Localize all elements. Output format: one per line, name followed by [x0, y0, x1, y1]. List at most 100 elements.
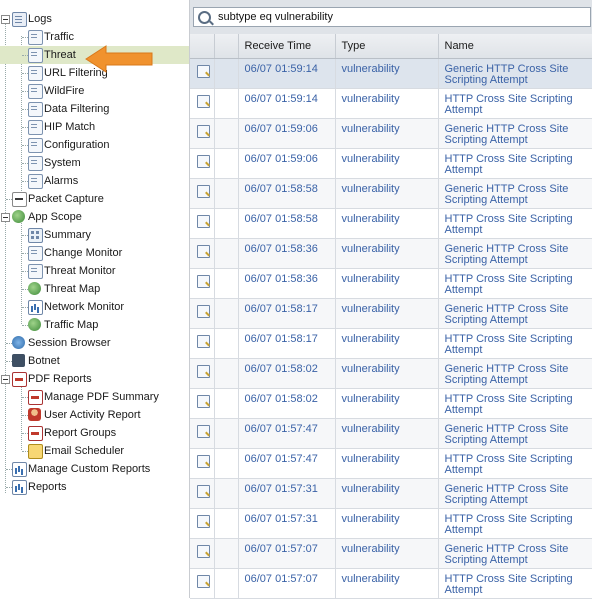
log-detail-icon[interactable] [197, 215, 210, 228]
sidebar-item-logs[interactable]: Logs [0, 10, 189, 28]
sidebar-item-session-browser[interactable]: Session Browser [0, 334, 189, 352]
sidebar-item-hip-match[interactable]: HIP Match [0, 118, 189, 136]
sidebar-item-user-activity-report[interactable]: User Activity Report [0, 406, 189, 424]
threat-type-link[interactable]: vulnerability [342, 329, 438, 345]
row-detail-cell[interactable] [190, 238, 215, 269]
sidebar-item-app-scope[interactable]: App Scope [0, 208, 189, 226]
sidebar-item-system[interactable]: System [0, 154, 189, 172]
threat-name-link[interactable]: HTTP Cross Site Scripting Attempt [445, 209, 585, 236]
threat-name-link[interactable]: HTTP Cross Site Scripting Attempt [445, 269, 585, 296]
sidebar-item-wildfire[interactable]: WildFire [0, 82, 189, 100]
table-row[interactable]: 06/07 01:57:31 vulnerability Generic HTTP … [190, 478, 592, 509]
log-detail-icon[interactable] [197, 275, 210, 288]
log-detail-icon[interactable] [197, 425, 210, 438]
table-row[interactable]: 06/07 01:58:02 vulnerability Generic HTTP … [190, 358, 592, 389]
table-row[interactable]: 06/07 01:57:47 vulnerability Generic HTTP … [190, 418, 592, 449]
sidebar-item-botnet[interactable]: Botnet [0, 352, 189, 370]
column-header-receive-time[interactable]: Receive Time [238, 34, 336, 59]
threat-type-link[interactable]: vulnerability [342, 449, 438, 465]
threat-name-link[interactable]: Generic HTTP Cross Site Scripting Attemp… [445, 539, 585, 566]
log-detail-icon[interactable] [197, 335, 210, 348]
table-row[interactable]: 06/07 01:58:02 vulnerability HTTP Cross Si… [190, 388, 592, 419]
sidebar-item-threat-map[interactable]: Threat Map [0, 280, 189, 298]
threat-name-link[interactable]: Generic HTTP Cross Site Scripting Attemp… [445, 119, 585, 146]
row-detail-cell[interactable] [190, 118, 215, 149]
table-row[interactable]: 06/07 01:59:06 vulnerability Generic HTTP … [190, 118, 592, 149]
collapse-toggle-icon[interactable] [1, 15, 10, 24]
log-detail-icon[interactable] [197, 245, 210, 258]
threat-type-link[interactable]: vulnerability [342, 89, 438, 105]
row-detail-cell[interactable] [190, 448, 215, 479]
row-detail-cell[interactable] [190, 538, 215, 569]
threat-type-link[interactable]: vulnerability [342, 149, 438, 165]
table-row[interactable]: 06/07 01:59:06 vulnerability HTTP Cross Si… [190, 148, 592, 179]
log-detail-icon[interactable] [197, 545, 210, 558]
row-detail-cell[interactable] [190, 178, 215, 209]
row-detail-cell[interactable] [190, 208, 215, 239]
sidebar-item-summary[interactable]: Summary [0, 226, 189, 244]
row-detail-cell[interactable] [190, 478, 215, 509]
row-detail-cell[interactable] [190, 388, 215, 419]
sidebar-item-pdf-reports[interactable]: PDF Reports [0, 370, 189, 388]
row-detail-cell[interactable] [190, 298, 215, 329]
table-row[interactable]: 06/07 01:58:17 vulnerability Generic HTTP … [190, 298, 592, 329]
sidebar-item-manage-pdf-summary[interactable]: Manage PDF Summary [0, 388, 189, 406]
threat-type-link[interactable]: vulnerability [342, 389, 438, 405]
threat-type-link[interactable]: vulnerability [342, 509, 438, 525]
table-row[interactable]: 06/07 01:58:58 vulnerability HTTP Cross Si… [190, 208, 592, 239]
threat-type-link[interactable]: vulnerability [342, 479, 438, 495]
sidebar-item-email-scheduler[interactable]: Email Scheduler [0, 442, 189, 460]
log-detail-icon[interactable] [197, 65, 210, 78]
threat-name-link[interactable]: HTTP Cross Site Scripting Attempt [445, 329, 585, 356]
column-header-type[interactable]: Type [335, 34, 439, 59]
log-detail-icon[interactable] [197, 455, 210, 468]
row-detail-cell[interactable] [190, 508, 215, 539]
threat-name-link[interactable]: HTTP Cross Site Scripting Attempt [445, 509, 585, 536]
collapse-toggle-icon[interactable] [1, 213, 10, 222]
log-detail-icon[interactable] [197, 395, 210, 408]
sidebar-item-alarms[interactable]: Alarms [0, 172, 189, 190]
sidebar-item-traffic-map[interactable]: Traffic Map [0, 316, 189, 334]
threat-type-link[interactable]: vulnerability [342, 59, 438, 75]
threat-name-link[interactable]: Generic HTTP Cross Site Scripting Attemp… [445, 239, 585, 266]
threat-name-link[interactable]: Generic HTTP Cross Site Scripting Attemp… [445, 299, 585, 326]
table-row[interactable]: 06/07 01:59:14 vulnerability HTTP Cross Si… [190, 88, 592, 119]
threat-type-link[interactable]: vulnerability [342, 119, 438, 135]
threat-type-link[interactable]: vulnerability [342, 419, 438, 435]
threat-name-link[interactable]: Generic HTTP Cross Site Scripting Attemp… [445, 419, 585, 446]
log-detail-icon[interactable] [197, 575, 210, 588]
row-detail-cell[interactable] [190, 568, 215, 599]
threat-name-link[interactable]: HTTP Cross Site Scripting Attempt [445, 89, 585, 116]
threat-name-link[interactable]: Generic HTTP Cross Site Scripting Attemp… [445, 179, 585, 206]
log-detail-icon[interactable] [197, 95, 210, 108]
log-detail-icon[interactable] [197, 305, 210, 318]
threat-name-link[interactable]: HTTP Cross Site Scripting Attempt [445, 389, 585, 416]
collapse-toggle-icon[interactable] [1, 375, 10, 384]
row-detail-cell[interactable] [190, 358, 215, 389]
threat-type-link[interactable]: vulnerability [342, 179, 438, 195]
sidebar-item-threat-monitor[interactable]: Threat Monitor [0, 262, 189, 280]
threat-name-link[interactable]: Generic HTTP Cross Site Scripting Attemp… [445, 479, 585, 506]
row-detail-cell[interactable] [190, 268, 215, 299]
threat-type-link[interactable]: vulnerability [342, 569, 438, 585]
table-row[interactable]: 06/07 01:59:14 vulnerability Generic HTTP … [190, 58, 592, 89]
sidebar-item-reports[interactable]: Reports [0, 478, 189, 496]
log-detail-icon[interactable] [197, 185, 210, 198]
filter-input[interactable]: subtype eq vulnerability [193, 7, 591, 27]
row-detail-cell[interactable] [190, 328, 215, 359]
table-row[interactable]: 06/07 01:57:31 vulnerability HTTP Cross Si… [190, 508, 592, 539]
log-detail-icon[interactable] [197, 365, 210, 378]
threat-type-link[interactable]: vulnerability [342, 299, 438, 315]
threat-type-link[interactable]: vulnerability [342, 359, 438, 375]
sidebar-item-report-groups[interactable]: Report Groups [0, 424, 189, 442]
column-header-name[interactable]: Name [438, 34, 592, 59]
threat-name-link[interactable]: HTTP Cross Site Scripting Attempt [445, 449, 585, 476]
table-row[interactable]: 06/07 01:58:36 vulnerability Generic HTTP … [190, 238, 592, 269]
log-detail-icon[interactable] [197, 155, 210, 168]
log-detail-icon[interactable] [197, 485, 210, 498]
table-row[interactable]: 06/07 01:57:07 vulnerability HTTP Cross Si… [190, 568, 592, 599]
log-detail-icon[interactable] [197, 125, 210, 138]
table-row[interactable]: 06/07 01:57:07 vulnerability Generic HTTP … [190, 538, 592, 569]
threat-type-link[interactable]: vulnerability [342, 209, 438, 225]
threat-name-link[interactable]: Generic HTTP Cross Site Scripting Attemp… [445, 359, 585, 386]
